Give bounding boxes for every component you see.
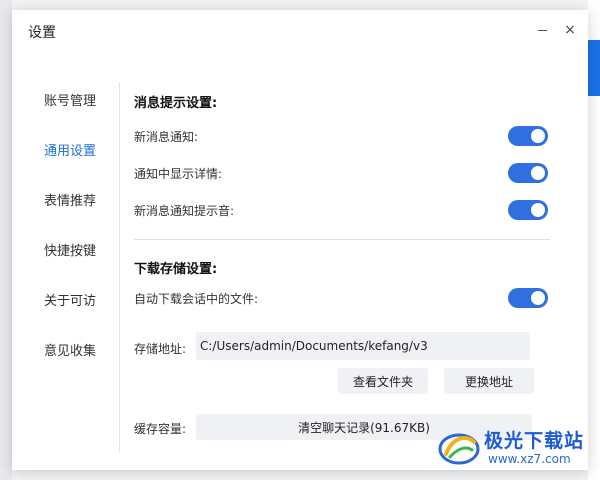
nav-item-stickers[interactable]: 表情推荐 [44, 190, 96, 209]
aurora-logo-icon [438, 433, 480, 465]
settings-dialog: 设置 × 账号管理 通用设置 表情推荐 快捷按键 关于可访 意见收集 消息提示设… [12, 10, 588, 470]
nav-item-account[interactable]: 账号管理 [44, 90, 96, 109]
open-folder-button[interactable]: 查看文件夹 [338, 368, 428, 394]
background-left-panel [0, 0, 12, 480]
auto-download-label: 自动下载会话中的文件: [134, 292, 259, 306]
new-message-notify-label: 新消息通知: [134, 130, 199, 144]
cache-size-label: 缓存容量: [134, 422, 187, 436]
nav-item-general[interactable]: 通用设置 [44, 140, 96, 159]
nav-item-about[interactable]: 关于可访 [44, 290, 96, 309]
dialog-title: 设置 [28, 25, 56, 41]
download-settings-title: 下载存储设置: [134, 262, 218, 277]
nav-item-feedback[interactable]: 意见收集 [44, 340, 96, 359]
site-watermark: 极光下载站 www.xz7.com [436, 420, 592, 472]
show-details-label: 通知中显示详情: [134, 167, 223, 181]
toggle-knob [531, 166, 545, 180]
background-accent [588, 40, 600, 96]
section-divider [134, 239, 550, 240]
storage-path-label: 存储地址: [134, 342, 187, 356]
show-details-toggle[interactable] [508, 163, 548, 183]
toggle-knob [531, 291, 545, 305]
watermark-brand: 极光下载站 [484, 430, 585, 452]
notify-sound-label: 新消息通知提示音: [134, 204, 235, 218]
auto-download-toggle[interactable] [508, 288, 548, 308]
toggle-knob [531, 129, 545, 143]
storage-path-field[interactable]: C:/Users/admin/Documents/kefang/v3 [196, 332, 530, 360]
nav-divider [119, 82, 120, 452]
nav-item-shortcuts[interactable]: 快捷按键 [44, 240, 96, 259]
new-message-notify-toggle[interactable] [508, 126, 548, 146]
message-settings-title: 消息提示设置: [134, 96, 218, 111]
notify-sound-toggle[interactable] [508, 200, 548, 220]
watermark-url: www.xz7.com [488, 452, 571, 466]
general-settings-panel: 消息提示设置: 新消息通知: 通知中显示详情: 新消息通知提示音: 下载存储设置… [132, 10, 588, 470]
toggle-knob [531, 203, 545, 217]
change-path-button[interactable]: 更换地址 [444, 368, 534, 394]
